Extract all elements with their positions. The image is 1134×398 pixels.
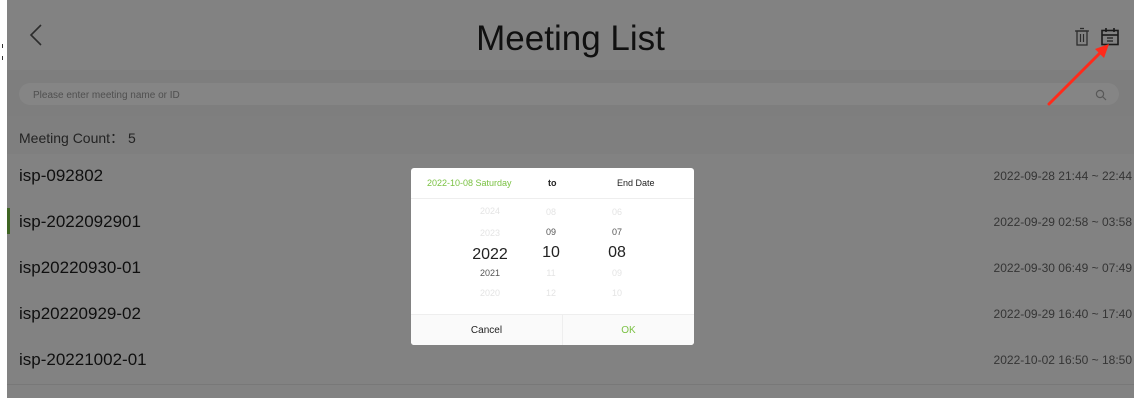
start-date-tab[interactable]: 2022-10-08 Saturday [427, 178, 512, 188]
cancel-button[interactable]: Cancel [411, 315, 563, 345]
meeting-list-screen: Meeting List Meeting Count： 5 isp-092802… [7, 0, 1134, 398]
dialog-actions: Cancel OK [411, 314, 694, 345]
month-option: 09 [545, 227, 556, 237]
end-date-tab[interactable]: End Date [617, 178, 655, 188]
day-option: 10 [611, 288, 622, 298]
year-wheel[interactable]: 2024 2023 2022 2021 2020 [455, 198, 525, 314]
to-label: to [548, 178, 557, 188]
date-range-dialog: 2022-10-08 Saturday to End Date 2024 202… [411, 168, 694, 345]
year-option: 2024 [479, 206, 501, 216]
month-option: 12 [545, 288, 556, 298]
month-wheel[interactable]: 08 09 10 11 12 [531, 198, 571, 314]
month-option: 08 [545, 207, 556, 217]
date-range-header: 2022-10-08 Saturday to End Date [411, 168, 694, 199]
edge-tick [2, 56, 3, 60]
year-option: 2021 [479, 268, 501, 278]
day-option: 07 [611, 227, 622, 237]
month-option: 11 [546, 268, 556, 278]
day-wheel[interactable]: 06 07 08 09 10 [597, 198, 637, 314]
edge-tick [2, 44, 3, 48]
month-selected: 10 [542, 244, 560, 261]
year-selected: 2022 [472, 246, 508, 263]
day-option: 06 [611, 207, 622, 217]
year-option: 2023 [479, 228, 501, 238]
annotation-arrow [1047, 44, 1109, 106]
year-option: 2020 [479, 288, 501, 298]
ok-button[interactable]: OK [563, 315, 694, 345]
day-selected: 08 [608, 244, 626, 261]
day-option: 09 [611, 268, 622, 278]
window-left-edge [0, 0, 7, 398]
